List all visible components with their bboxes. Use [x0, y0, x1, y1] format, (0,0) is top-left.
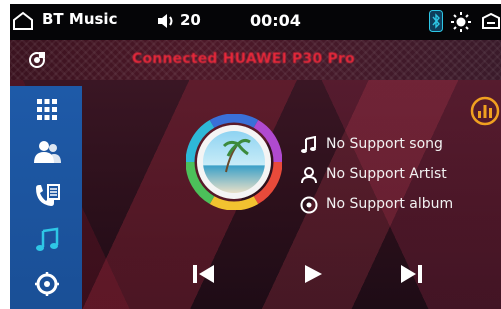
bluetooth-icon: [429, 10, 443, 32]
play-icon[interactable]: [299, 262, 327, 286]
connection-bar: Connected HUAWEI P30 Pro: [10, 40, 501, 80]
volume-icon[interactable]: [156, 12, 176, 30]
music-note-icon[interactable]: [32, 226, 62, 254]
brightness-icon[interactable]: [450, 11, 472, 33]
connection-status: Connected HUAWEI P30 Pro: [132, 51, 355, 67]
car-head-unit-screen: BT Music 20 00:04 Connected HUAWEI P30 P…: [10, 4, 501, 309]
next-icon[interactable]: [397, 262, 425, 286]
settings-icon[interactable]: [32, 270, 62, 298]
equalizer-icon[interactable]: [470, 96, 500, 126]
window-icon[interactable]: [480, 12, 501, 32]
clock: 00:04: [250, 11, 301, 30]
bluetooth-link-icon[interactable]: [28, 51, 46, 69]
app-title: BT Music: [42, 10, 118, 28]
artist-row: No Support Artist: [300, 166, 480, 186]
artist-icon: [301, 167, 317, 184]
contacts-icon[interactable]: [32, 138, 62, 166]
music-panel: No Support song No Support Artist No Sup…: [10, 80, 501, 309]
album-row: No Support album: [300, 196, 480, 216]
artist-name: No Support Artist: [326, 166, 447, 182]
song-title: No Support song: [326, 136, 443, 152]
apps-grid-icon[interactable]: [32, 96, 62, 124]
volume-level: 20: [180, 11, 201, 29]
sidebar: [10, 86, 82, 309]
song-note-icon: [301, 136, 316, 153]
album-art: [186, 114, 282, 210]
song-row: No Support song: [300, 136, 480, 156]
previous-icon[interactable]: [190, 262, 218, 286]
call-log-icon[interactable]: [32, 182, 62, 210]
album-disc-icon: [300, 196, 318, 214]
status-bar: BT Music 20 00:04: [10, 4, 501, 40]
album-name: No Support album: [326, 196, 454, 212]
home-icon[interactable]: [12, 11, 34, 31]
